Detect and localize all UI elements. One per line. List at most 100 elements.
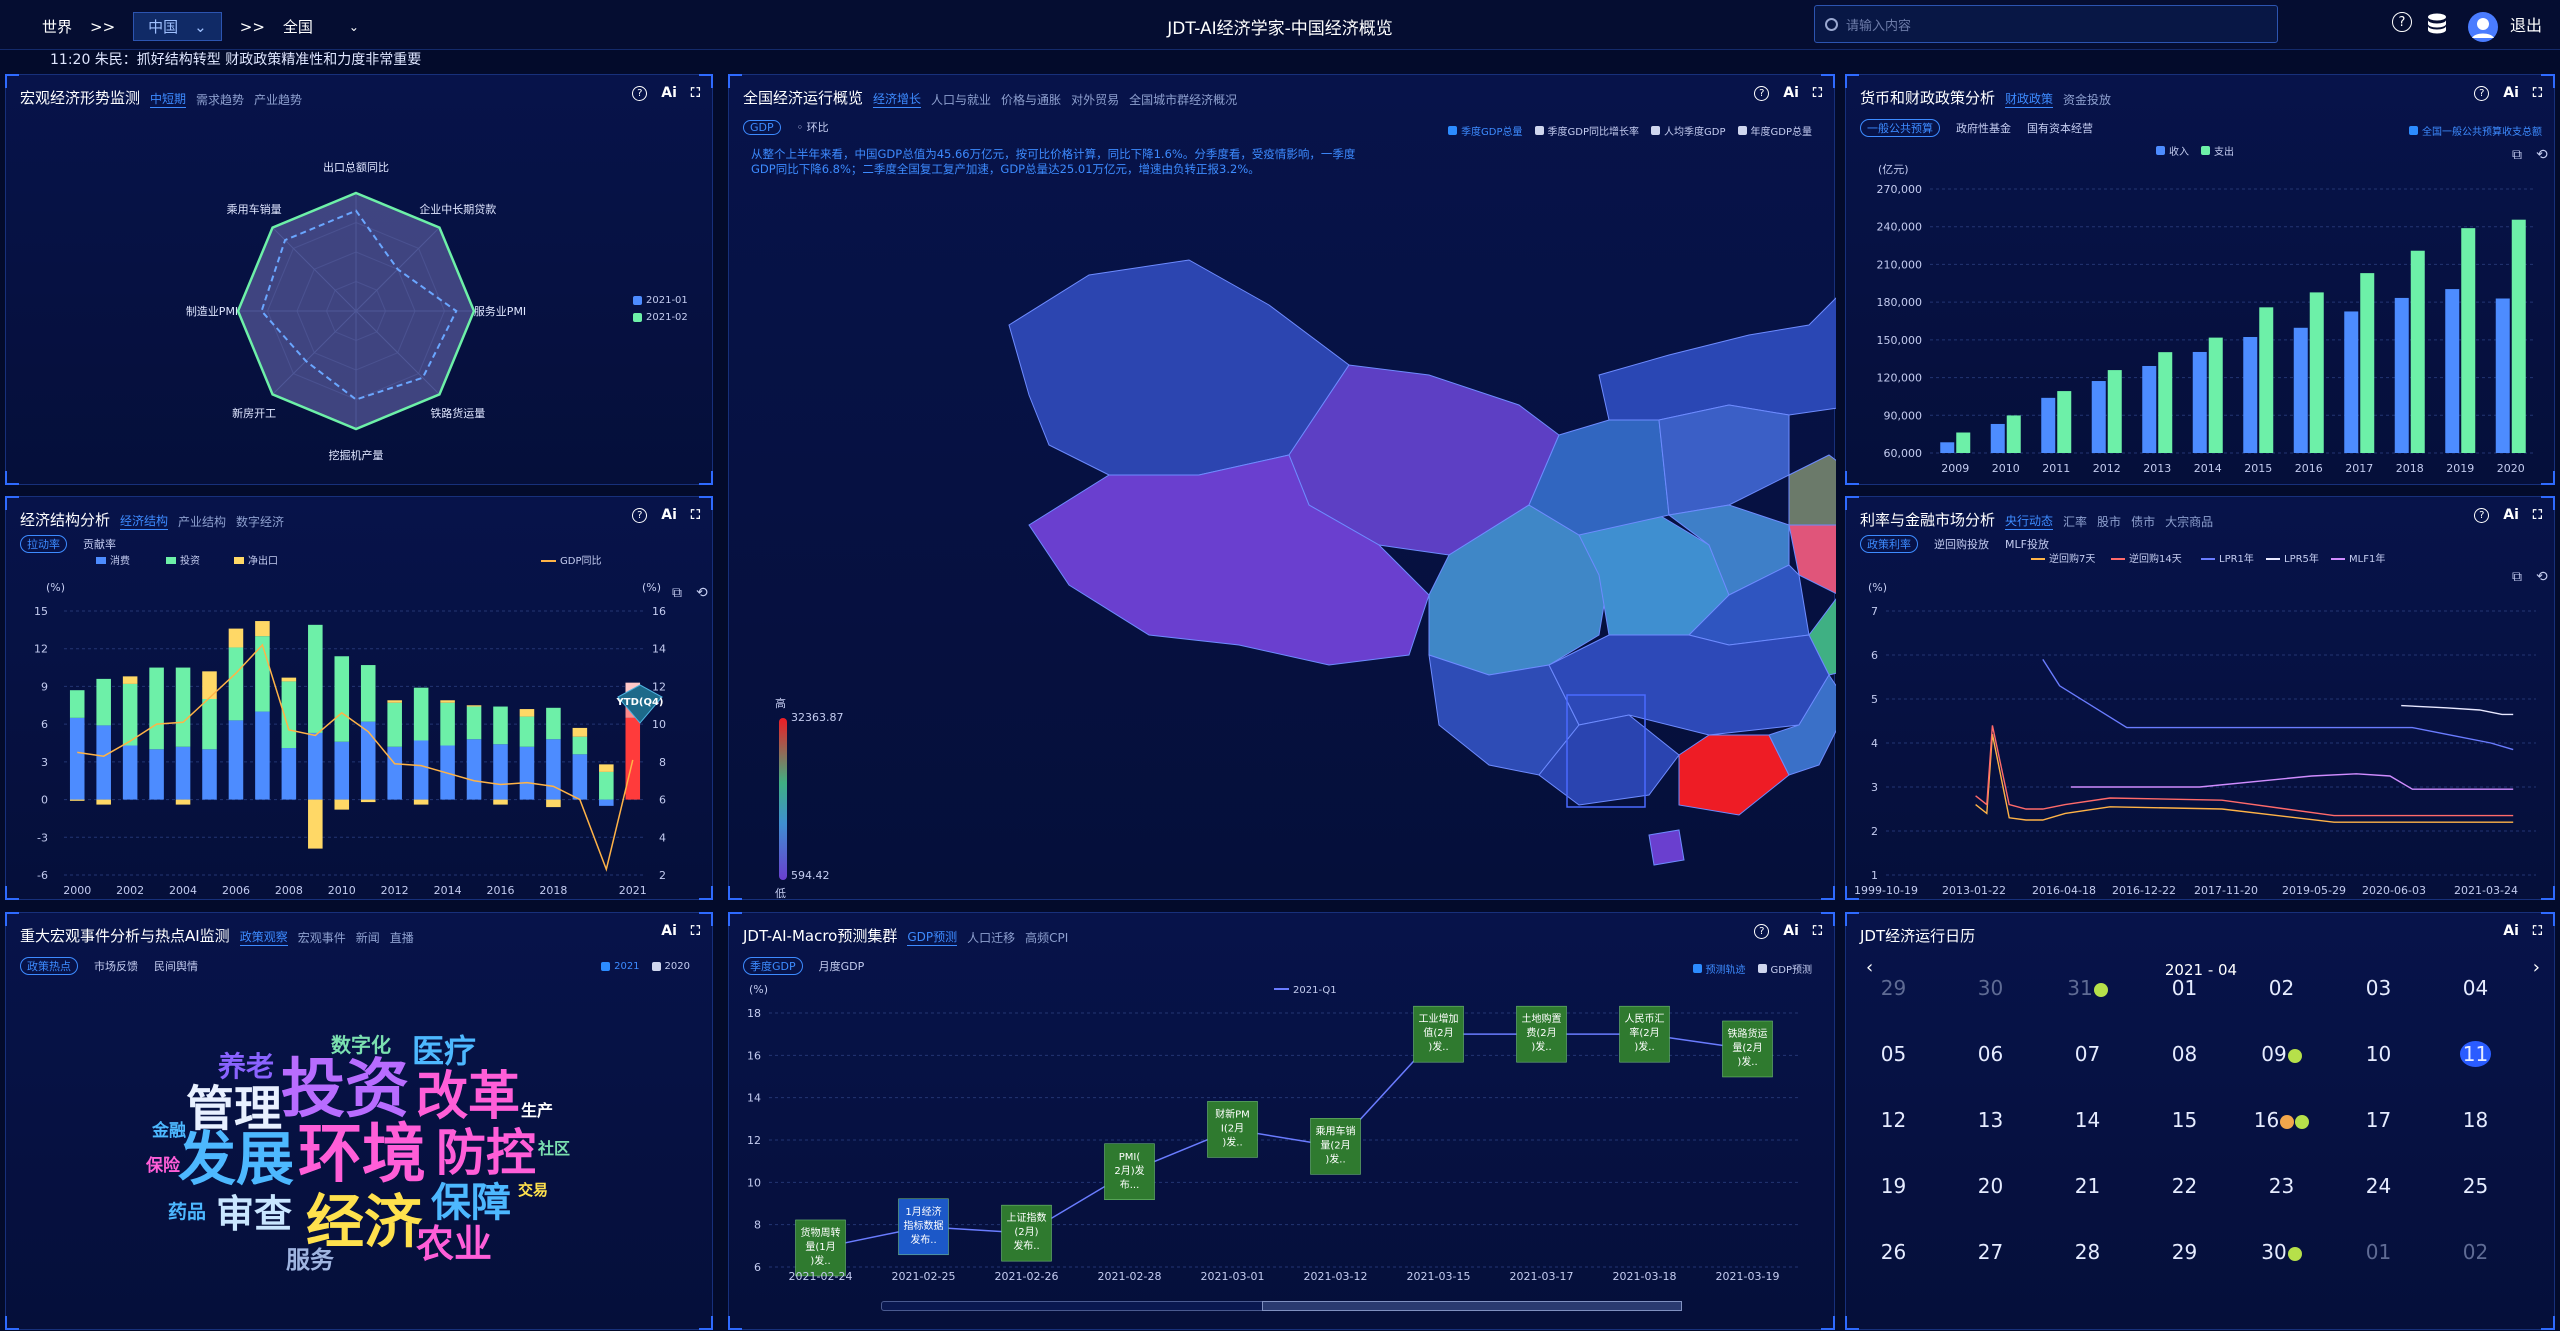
crumb-world[interactable]: 世界 [42, 16, 72, 37]
panel-corner [5, 471, 19, 485]
chevron-down-icon[interactable]: ⌄ [349, 20, 359, 34]
calendar-day[interactable]: 31 [2039, 976, 2136, 1000]
word-cloud-word[interactable]: 交易 [518, 1183, 548, 1198]
calendar-day[interactable]: 01 [2136, 976, 2233, 1000]
news-ticker[interactable]: 11:20 朱民：抓好结构转型 财政政策精准性和力度非常重要 [50, 50, 421, 70]
calendar-day[interactable]: 12 [1845, 1108, 1942, 1132]
event-dot-icon[interactable] [2280, 1114, 2295, 1129]
bar-segment [572, 754, 588, 800]
forecast-event-text: )发.. [1222, 1135, 1242, 1148]
scrollbar-handle[interactable] [1262, 1301, 1682, 1311]
ai-button[interactable]: Ai [2503, 923, 2519, 939]
word-cloud-word[interactable]: 保障 [431, 1183, 511, 1223]
timeline-scrollbar[interactable] [881, 1301, 1682, 1311]
word-cloud-word[interactable]: 保险 [146, 1158, 180, 1175]
word-cloud-word[interactable]: 防控 [436, 1128, 536, 1178]
y2-tick-label: 2 [659, 869, 666, 882]
calendar-day[interactable]: 15 [2136, 1108, 2233, 1132]
logout-button[interactable]: 退出 [2510, 12, 2542, 36]
calendar-day[interactable]: 14 [2039, 1108, 2136, 1132]
word-cloud-word[interactable]: 投资 [281, 1058, 409, 1122]
word-cloud-word[interactable]: 服务 [286, 1248, 334, 1272]
calendar-day[interactable]: 28 [2039, 1240, 2136, 1264]
calendar-day[interactable]: 17 [2330, 1108, 2427, 1132]
crumb-all[interactable]: 全国 [283, 16, 313, 37]
legend-label: 消费 [110, 554, 130, 567]
forecast-event-text: 量(2月 [1320, 1139, 1350, 1151]
word-cloud-word[interactable]: 药品 [168, 1203, 206, 1222]
calendar-day[interactable]: 24 [2330, 1174, 2427, 1198]
word-cloud-word[interactable]: 医疗 [412, 1035, 476, 1067]
word-cloud-word[interactable]: 生产 [521, 1103, 553, 1119]
calendar-day[interactable]: 27 [1942, 1240, 2039, 1264]
help-icon[interactable]: ? [2392, 12, 2412, 32]
calendar-day[interactable]: 26 [1845, 1240, 1942, 1264]
y-tick-label: 12 [747, 1134, 761, 1147]
word-cloud-word[interactable]: 发展 [178, 1130, 294, 1188]
panel-corner [728, 74, 742, 88]
y2-tick-label: 14 [652, 643, 666, 656]
word-cloud-word[interactable]: 经济 [306, 1193, 422, 1251]
event-dot-icon[interactable] [2287, 1048, 2302, 1063]
color-scale[interactable] [779, 718, 787, 880]
calendar-day[interactable]: 30 [2233, 1240, 2330, 1264]
calendar-day[interactable]: 16 [2233, 1108, 2330, 1132]
calendar-day[interactable]: 29 [1845, 976, 1942, 1000]
calendar-day[interactable]: 01 [2330, 1240, 2427, 1264]
forecast-event-text: 工业增加 [1419, 1012, 1459, 1025]
search-input[interactable]: 请输入内容 [1814, 5, 2278, 43]
calendar-day[interactable]: 03 [2330, 976, 2427, 1000]
word-cloud-word[interactable]: 数字化 [331, 1035, 391, 1055]
calendar-day[interactable]: 02 [2427, 1240, 2524, 1264]
calendar-day-today[interactable]: 11 [2427, 1041, 2524, 1067]
calendar-day[interactable]: 06 [1942, 1042, 2039, 1066]
calendar-day[interactable]: 08 [2136, 1042, 2233, 1066]
calendar-day[interactable]: 22 [2136, 1174, 2233, 1198]
legend-item[interactable]: 2021-01 [633, 295, 688, 306]
bar-segment [308, 732, 323, 800]
bar-segment [308, 624, 323, 733]
calendar-day[interactable]: 05 [1845, 1042, 1942, 1066]
calendar-day[interactable]: 21 [2039, 1174, 2136, 1198]
calendar-day[interactable]: 20 [1942, 1174, 2039, 1198]
legend-item[interactable]: 2021-02 [633, 312, 688, 323]
calendar-day[interactable]: 10 [2330, 1042, 2427, 1066]
calendar-day[interactable]: 02 [2233, 976, 2330, 1000]
event-dot-icon[interactable] [2287, 1246, 2302, 1261]
word-cloud-word[interactable]: 养老 [218, 1053, 274, 1081]
calendar-day[interactable]: 23 [2233, 1174, 2330, 1198]
event-dot-icon[interactable] [2295, 1114, 2310, 1129]
legend-label: 净出口 [248, 554, 278, 567]
bar-segment [625, 717, 641, 800]
region-select[interactable]: 中国 ⌄ [133, 12, 222, 41]
word-cloud-word[interactable]: 环境 [298, 1123, 426, 1187]
events-panel: 重大宏观事件分析与热点AI监测 政策观察 宏观事件 新闻 直播 政策热点 市场反… [5, 912, 713, 1330]
avatar[interactable] [2468, 12, 2498, 42]
database-icon[interactable] [2425, 12, 2449, 36]
word-cloud-word[interactable]: 管理 [186, 1085, 282, 1133]
calendar-day[interactable]: 13 [1942, 1108, 2039, 1132]
word-cloud-word[interactable]: 金融 [152, 1123, 186, 1140]
calendar-day[interactable]: 19 [1845, 1174, 1942, 1198]
x-tick-label: 2016-04-18 [2032, 884, 2096, 897]
calendar-day[interactable]: 09 [2233, 1042, 2330, 1066]
bar-segment [440, 700, 455, 703]
bar-segment [519, 746, 535, 800]
day-number: 24 [2365, 1174, 2392, 1198]
calendar-day[interactable]: 25 [2427, 1174, 2524, 1198]
calendar-day[interactable]: 30 [1942, 976, 2039, 1000]
word-cloud-word[interactable]: 审查 [216, 1195, 292, 1233]
word-cloud-word[interactable]: 改革 [416, 1071, 520, 1123]
calendar-day[interactable]: 29 [2136, 1240, 2233, 1264]
calendar-day[interactable]: 18 [2427, 1108, 2524, 1132]
calendar-day[interactable]: 07 [2039, 1042, 2136, 1066]
word-cloud-word[interactable]: 社区 [538, 1141, 570, 1157]
word-cloud-word[interactable]: 农业 [416, 1225, 492, 1263]
bar-segment [440, 702, 455, 746]
calendar-day[interactable]: 04 [2427, 976, 2524, 1000]
calendar-week: 12 13 14 15 16 17 18 [1845, 1087, 2545, 1153]
x-tick-label: 2016 [487, 884, 515, 897]
event-dot-icon[interactable] [2093, 982, 2108, 997]
chevron-down-icon: ⌄ [194, 17, 207, 36]
toolbar-icon: ⧉ [2512, 569, 2522, 585]
